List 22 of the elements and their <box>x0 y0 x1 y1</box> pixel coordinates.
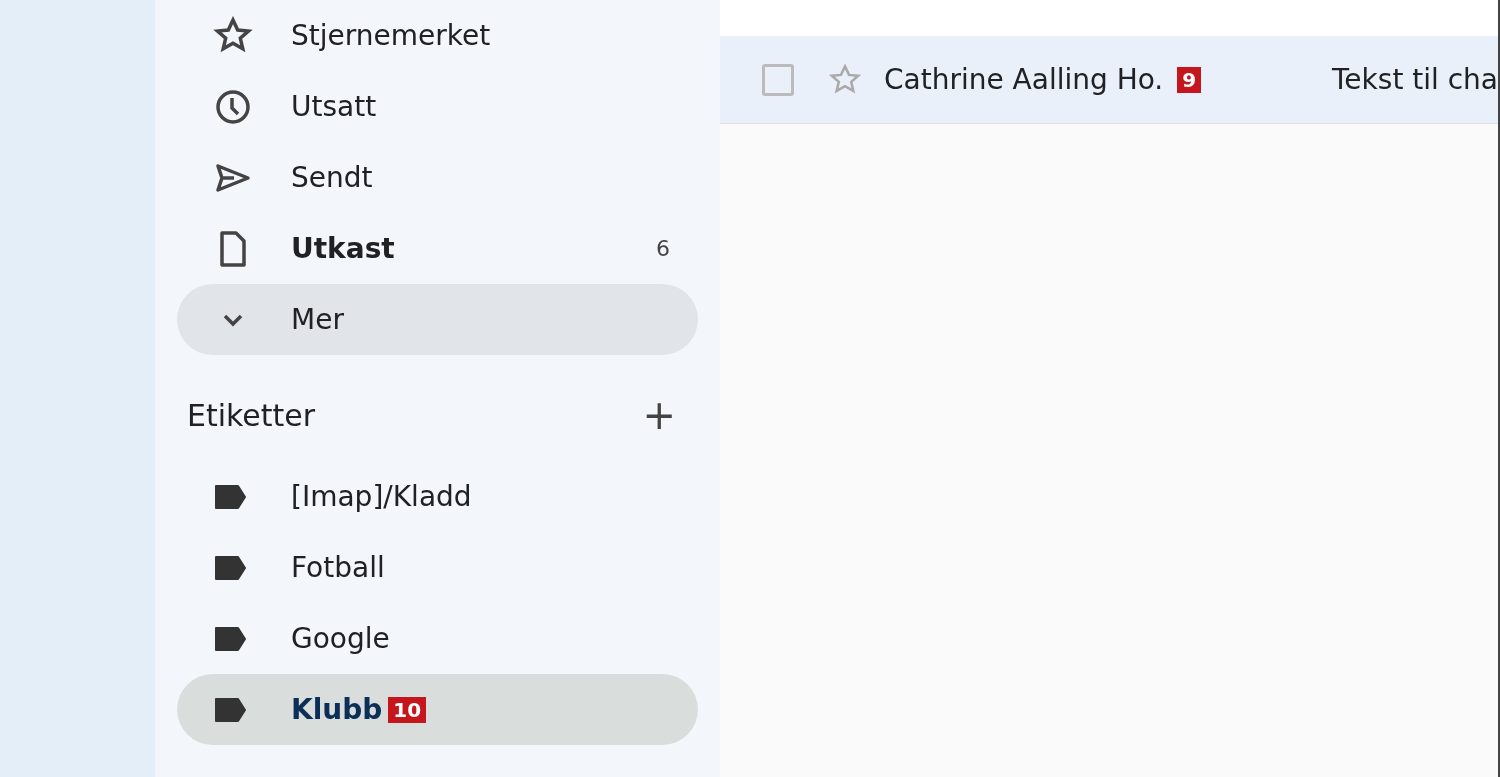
nav-item[interactable]: Mer <box>177 284 698 355</box>
nav-item[interactable]: Sendt <box>177 142 698 213</box>
checkbox[interactable] <box>762 63 794 96</box>
label-icon <box>213 483 247 510</box>
callout-badge: 10 <box>388 696 427 723</box>
label-item[interactable]: [Imap]/Kladd <box>177 461 698 532</box>
nav-item[interactable]: Utsatt <box>177 71 698 142</box>
label-item[interactable]: Klubb 10 <box>177 674 698 745</box>
nav-item[interactable]: Stjernemerket <box>177 0 698 71</box>
nav-item[interactable]: Utkast 6 <box>177 213 698 284</box>
callout-badge: 9 <box>1177 66 1202 93</box>
label-icon <box>213 696 247 723</box>
label-icon <box>213 554 247 581</box>
section-title: Etiketter <box>187 396 316 435</box>
label-item[interactable]: Fotball <box>177 532 698 603</box>
email-subject: Tekst til cha <box>1332 61 1498 98</box>
count: 6 <box>656 235 670 263</box>
add-button[interactable]: + <box>642 395 676 435</box>
sender-name: Cathrine Aalling Ho. <box>884 61 1164 98</box>
label-item[interactable]: Google <box>177 603 698 674</box>
chevron-down-icon <box>223 312 243 327</box>
label-icon <box>213 625 247 652</box>
